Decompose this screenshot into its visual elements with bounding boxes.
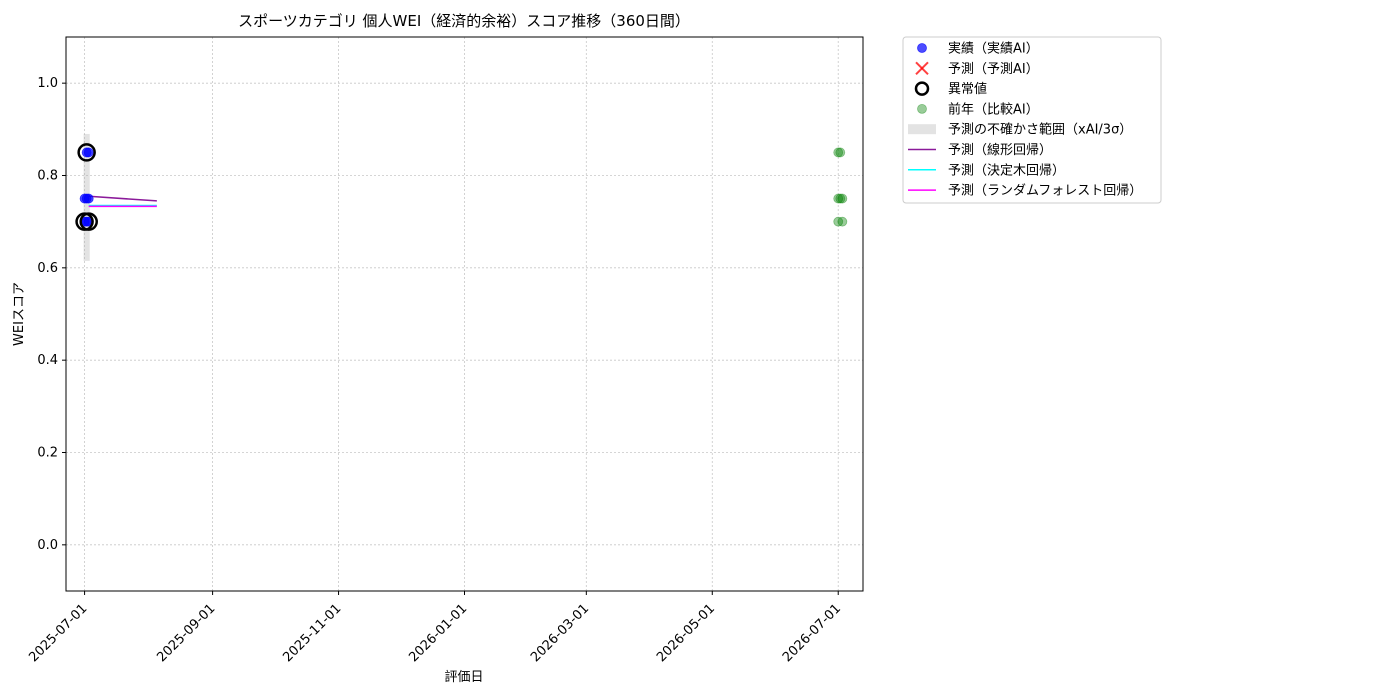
previous-year-point: [835, 147, 846, 158]
legend-label: 異常値: [948, 81, 987, 97]
legend-label: 予測（予測AI）: [948, 62, 1039, 77]
legend-swatch: [917, 43, 927, 53]
y-tick-label: 0.4: [37, 353, 58, 368]
actual-point: [83, 193, 94, 204]
chart-title: スポーツカテゴリ 個人WEI（経済的余裕）スコア推移（360日間）: [238, 12, 690, 30]
y-axis-label: WEIスコア: [12, 282, 27, 346]
legend-label: 予測（ランダムフォレスト回帰）: [948, 183, 1142, 199]
legend-swatch: [917, 104, 927, 114]
legend-swatch: [908, 124, 936, 135]
y-tick-label: 0.2: [37, 446, 58, 461]
y-tick-label: 1.0: [37, 76, 58, 91]
chart: スポーツカテゴリ 個人WEI（経済的余裕）スコア推移（360日間） 0.0 0.2…: [0, 0, 1400, 700]
legend-label: 実績（実績AI）: [948, 41, 1039, 57]
x-axis-label: 評価日: [444, 670, 483, 685]
legend-label: 前年（比較AI）: [948, 101, 1039, 117]
legend-label: 予測（線形回帰）: [948, 142, 1052, 158]
legend: 実績（実績AI） 予測（予測AI） 異常値前年（比較AI） 予測の不確かさ範囲（xAI…: [902, 36, 1162, 204]
previous-year-point: [837, 216, 848, 227]
legend-label: 予測（決定木回帰）: [948, 162, 1065, 178]
previous-year-point: [837, 193, 848, 204]
y-tick-label: 0.6: [37, 261, 58, 276]
y-tick-label: 0.8: [37, 169, 58, 184]
y-tick-label: 0.0: [37, 538, 58, 553]
actual-point: [83, 147, 94, 158]
legend-label: 予測の不確かさ範囲（xAI/3σ）: [948, 122, 1132, 138]
